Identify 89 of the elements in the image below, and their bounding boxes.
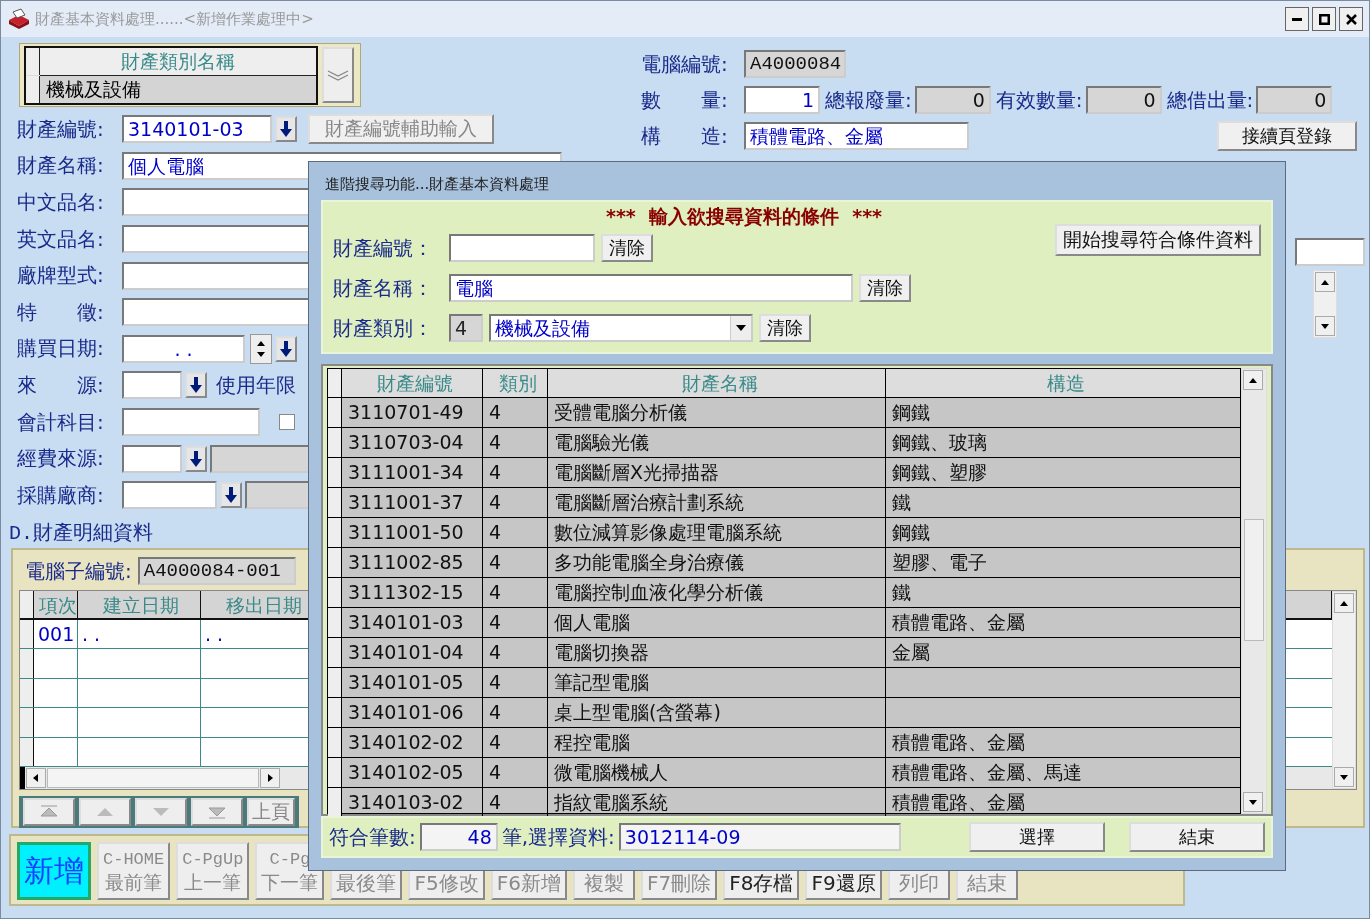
table-cell: 桌上型電腦(含螢幕) [548, 698, 886, 727]
table-cell: 3110703-04 [342, 428, 483, 457]
field-label: 構 造: [641, 122, 729, 150]
table-cell: 4 [483, 728, 548, 757]
field-label: 經費來源: [17, 445, 105, 473]
table-cell-text: 塑膠、電子 [891, 550, 988, 575]
field-label: 財產名稱： [333, 274, 434, 302]
table-cell: 3111302-15 [342, 578, 483, 607]
table-cell-text: 鐵 [891, 490, 912, 515]
table-cell: 4 [483, 608, 548, 637]
field-label: 來 源: [17, 371, 105, 399]
table-cell-text: 積體電路、金屬 [891, 610, 1026, 635]
table-cell: 4 [483, 458, 548, 487]
table-cell: 3140102-02 [342, 728, 483, 757]
field-label: 中文品名: [17, 189, 105, 216]
table-cell: 受體電腦分析儀 [548, 398, 886, 427]
field-label: 筆,選擇資料: [501, 823, 615, 851]
table-cell: 4 [483, 638, 548, 667]
table-cell: 電腦切換器 [548, 638, 886, 667]
table-cell: 電腦斷層X光掃描器 [548, 458, 886, 487]
table-cell: 001 [34, 620, 78, 649]
field-label: 符合筆數: [329, 823, 416, 851]
table-cell: 4 [483, 428, 548, 457]
table-cell: . . [78, 620, 201, 649]
window-title: 財產基本資料處理......<新增作業處理中> [35, 9, 314, 29]
table-cell-text: 積體電路、金屬、馬達 [891, 760, 1083, 785]
table-cell: 電腦驗光儀 [548, 428, 886, 457]
table-cell: 個人電腦 [548, 608, 886, 637]
table-cell: 4 [483, 758, 548, 787]
table-cell: 3111001-50 [342, 518, 483, 547]
table-cell: 4 [483, 548, 548, 577]
field-label: 英文品名: [17, 225, 105, 253]
column-header: 財產編號 [342, 369, 483, 397]
table-cell: 4 [483, 578, 548, 607]
field-label: 電腦編號: [641, 50, 729, 78]
table-cell: 3140101-06 [342, 698, 483, 727]
field-label: 財產名稱: [17, 152, 105, 180]
column-header: 財產類別名稱 [40, 47, 316, 76]
table-cell: 4 [483, 398, 548, 427]
table-cell: 4 [483, 668, 548, 697]
table-cell: 電腦控制血液化學分析儀 [548, 578, 886, 607]
column-header: 項次 [34, 591, 78, 618]
table-cell: 3111001-34 [342, 458, 483, 487]
table-cell: 程控電腦 [548, 728, 886, 757]
table-cell: 3110701-49 [342, 398, 483, 427]
column-header: 財產名稱 [548, 369, 886, 397]
table-cell-text: 鐵 [891, 580, 912, 605]
table-cell: 4 [483, 488, 548, 517]
table-cell-text: 積體電路、金屬 [891, 730, 1026, 755]
table-cell: 3140101-05 [342, 668, 483, 697]
field-label: 總報廢量: [825, 86, 912, 114]
field-label: 財產編號: [17, 115, 105, 143]
table-cell: 多功能電腦全身治療儀 [548, 548, 886, 577]
field-label: 總借出量: [1166, 86, 1254, 114]
field-label: 數 量: [641, 86, 729, 114]
field-label: 財產編號： [333, 234, 434, 262]
table-cell-text: 積體電路、金屬 [891, 790, 1026, 815]
field-label: 採購廠商: [17, 481, 105, 509]
column-header: 建立日期 [78, 591, 201, 618]
table-cell: 4 [483, 698, 548, 727]
table-cell-text: 鋼鐵 [891, 520, 931, 545]
table-cell: 數位減算影像處理電腦系統 [548, 518, 886, 547]
field-label: 財產類別： [333, 314, 434, 342]
table-cell-text: 鋼鐵、玻璃 [891, 430, 988, 455]
criteria-heading: *** 輸入欲搜尋資料的條件 *** [604, 204, 884, 228]
table-cell-text: 金屬 [891, 640, 931, 665]
field-label: 有效數量: [995, 86, 1083, 114]
table-cell-text: 鋼鐵、塑膠 [891, 460, 988, 485]
table-cell: 3140102-05 [342, 758, 483, 787]
table-cell-text: 鋼鐵 [891, 400, 931, 425]
field-label: 廠牌型式: [17, 262, 105, 290]
table-cell: 3111001-37 [342, 488, 483, 517]
table-cell: 3111002-85 [342, 548, 483, 577]
column-header: 構造 [1046, 371, 1086, 396]
table-cell: 筆記型電腦 [548, 668, 886, 697]
field-label: 特 徵: [17, 298, 105, 326]
field-label: 使用年限 [216, 371, 296, 399]
field-label: 電腦子編號: [25, 557, 132, 585]
section-title: D.財產明細資料 [9, 521, 153, 546]
table-cell: 4 [483, 518, 548, 547]
field-label: 會計科目: [17, 408, 105, 436]
table-cell: 3140101-04 [342, 638, 483, 667]
table-cell: 機械及設備 [40, 75, 316, 103]
dialog-title: 進階搜尋功能...財產基本資料處理 [324, 174, 551, 195]
table-cell: 3140101-03 [342, 608, 483, 637]
column-header: 類別 [483, 369, 548, 397]
field-label: 購買日期: [17, 335, 105, 363]
table-cell: 電腦斷層治療計劃系統 [548, 488, 886, 517]
table-cell: 微電腦機械人 [548, 758, 886, 787]
